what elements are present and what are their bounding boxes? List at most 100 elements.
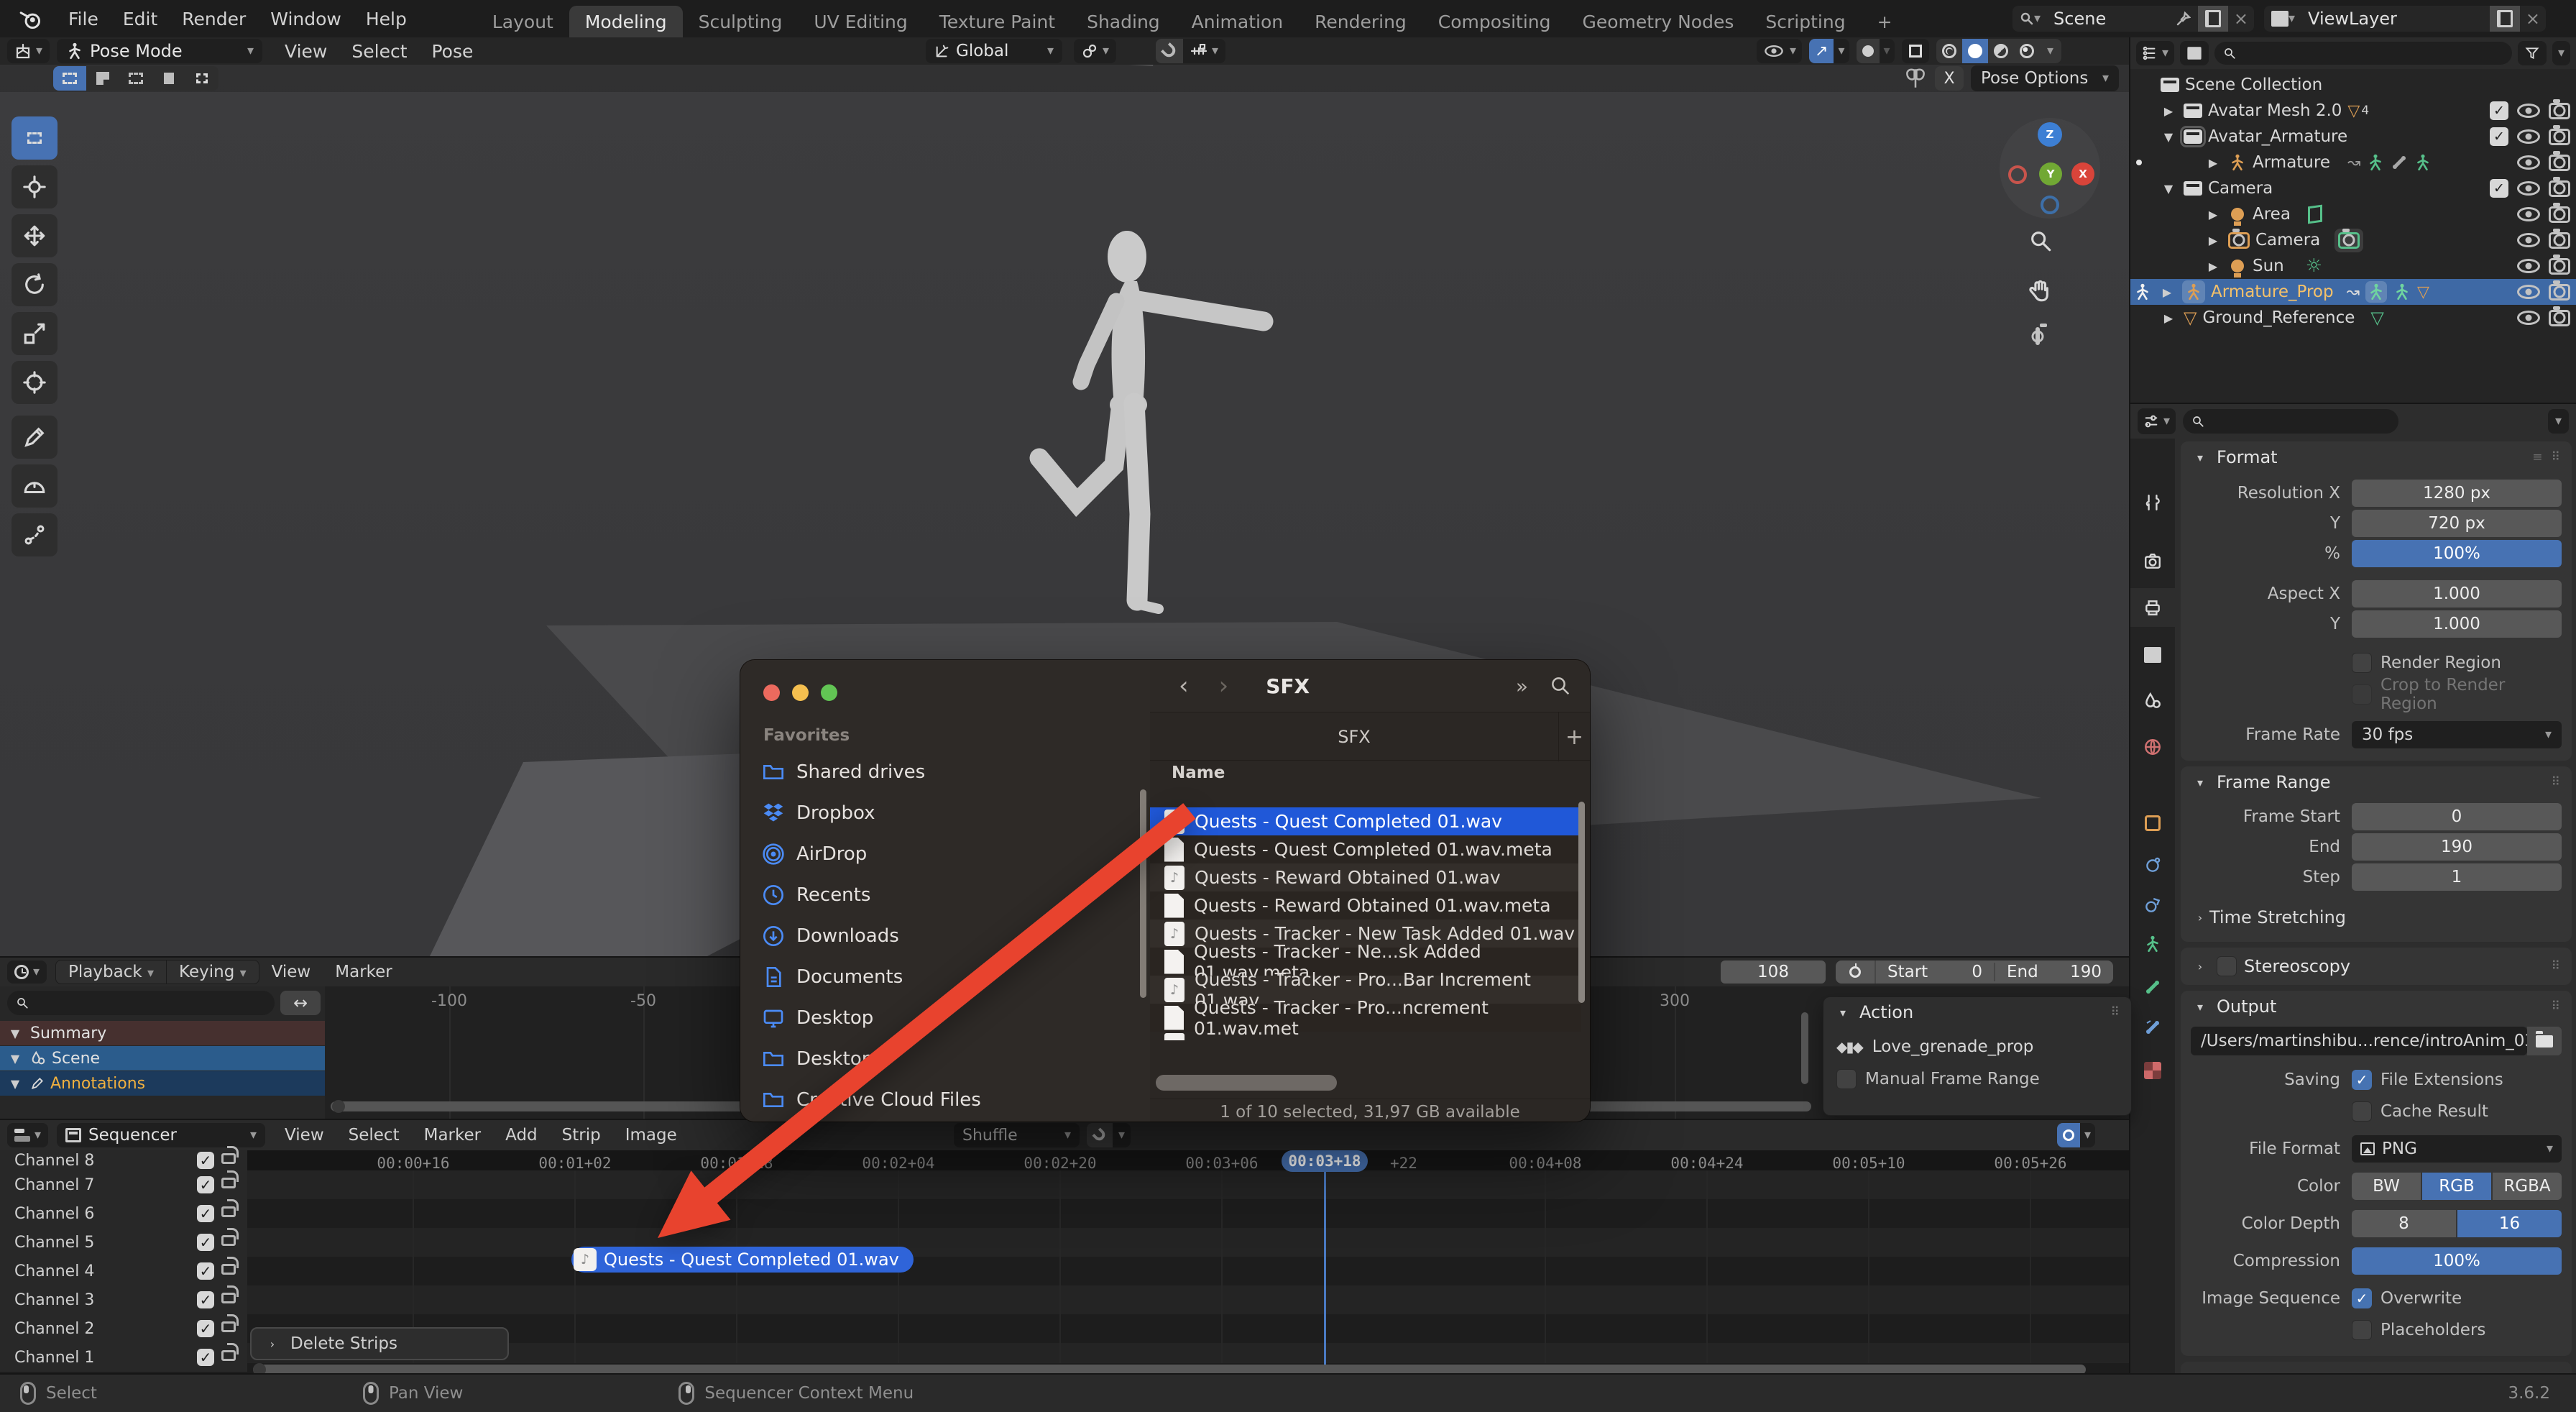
keying-menu[interactable]: Keying ▾ [167, 963, 259, 981]
scene-selector[interactable]: ▾ Scene × [2012, 6, 2254, 32]
tool-select-box[interactable] [12, 116, 58, 160]
tool-move[interactable] [12, 214, 58, 257]
channel-row-4[interactable]: Channel 4 ✓ [0, 1256, 247, 1285]
outliner-editor-button[interactable]: ▾ [2136, 41, 2175, 65]
hide-eye-icon[interactable] [2517, 104, 2540, 118]
disclosure-icon[interactable]: ▶ [2204, 208, 2222, 221]
transform-orientation[interactable]: Global ▾ [926, 39, 1062, 63]
seq-menu-marker[interactable]: Marker [412, 1126, 494, 1145]
sidebar-item-desktop[interactable]: Desktop [762, 1004, 873, 1032]
disclosure-icon[interactable]: ▶ [2159, 104, 2178, 118]
finder-column-header[interactable]: Name [1150, 761, 1590, 788]
timeline-v-scrollbar[interactable] [1801, 1012, 1808, 1084]
channel-lock-icon[interactable] [221, 1227, 239, 1246]
camera-view-control[interactable] [2028, 327, 2047, 345]
timeline-search-input[interactable] [7, 991, 275, 1015]
sequencer-view-type-dropdown[interactable]: Sequencer ▾ [57, 1123, 266, 1147]
use-preview-range-button[interactable] [1836, 961, 1876, 984]
viewport-menu-select[interactable]: Select [339, 41, 419, 62]
sidebar-item-dropbox[interactable]: Dropbox [762, 799, 875, 828]
tab-uv-editing[interactable]: UV Editing [798, 6, 923, 37]
finder-window[interactable]: Favorites Shared drives Dropbox AirDrop … [740, 660, 1590, 1122]
resolution-x-field[interactable]: 1280 px [2352, 480, 2562, 507]
file-row[interactable]: Quests - Reward Obtained 01.wav.meta [1150, 891, 1581, 920]
panel-title[interactable]: Format [2217, 447, 2525, 467]
disclosure-icon[interactable]: ▼ [6, 1077, 24, 1091]
render-visibility-icon[interactable] [2549, 124, 2570, 145]
pan-control[interactable] [2028, 279, 2053, 306]
outliner-row-camera-object[interactable]: ▶ Camera [2130, 227, 2576, 253]
channel-mute-checkbox[interactable]: ✓ [197, 1152, 214, 1169]
tab-bone[interactable] [2130, 968, 2175, 1007]
pin-icon[interactable] [2169, 6, 2198, 32]
menu-help[interactable]: Help [354, 9, 419, 29]
channel-row-8[interactable]: Channel 8 ✓ [0, 1145, 247, 1170]
seq-snap-toggle[interactable] [1087, 1123, 1113, 1147]
tool-measure[interactable] [12, 464, 58, 508]
zoom-window-button[interactable] [821, 684, 837, 701]
navigation-gizmo[interactable]: Z Y X [2000, 118, 2100, 219]
shading-material-button[interactable] [1987, 39, 2014, 63]
timeline-menu-marker[interactable]: Marker [323, 963, 405, 981]
tab-constraints[interactable] [2130, 886, 2175, 925]
outliner-options-button[interactable]: ▾ [2552, 41, 2570, 65]
tab-render[interactable] [2130, 542, 2175, 581]
frame-step-field[interactable]: 1 [2352, 863, 2562, 891]
channel-lock-icon[interactable] [221, 1314, 239, 1332]
panel-collapse-icon[interactable]: ▾ [2191, 451, 2209, 464]
blender-logo[interactable] [19, 9, 43, 30]
disclosure-icon[interactable]: ▶ [2204, 156, 2222, 170]
seq-overlay-dropdown[interactable]: ▾ [2080, 1123, 2096, 1147]
panel-title[interactable]: Frame Range [2217, 772, 2544, 792]
render-visibility-icon[interactable] [2549, 202, 2570, 223]
disclosure-icon[interactable]: ▶ [2204, 234, 2222, 247]
viewport-menu-pose[interactable]: Pose [420, 41, 486, 62]
tab-shading[interactable]: Shading [1071, 6, 1176, 37]
sidebar-item-recents[interactable]: Recents [762, 881, 870, 909]
select-mode-lasso[interactable] [152, 66, 185, 91]
file-row[interactable]: ♪ Quests - Reward Obtained 01.wav [1150, 863, 1581, 891]
seq-menu-add[interactable]: Add [493, 1126, 550, 1145]
channel-lock-icon[interactable] [221, 1145, 239, 1164]
select-mode-box[interactable] [86, 66, 119, 91]
cache-result-checkbox[interactable] [2352, 1101, 2372, 1122]
disclosure-icon[interactable]: ▶ [2158, 285, 2176, 299]
channel-summary[interactable]: ▼ Summary [0, 1021, 325, 1045]
list-h-scrollbar[interactable] [1156, 1075, 1337, 1091]
disclosure-icon[interactable]: ▶ [2204, 260, 2222, 273]
channel-mute-checkbox[interactable]: ✓ [197, 1262, 214, 1280]
resolution-percent-slider[interactable]: 100% [2352, 540, 2562, 567]
outliner-row-avatar-mesh[interactable]: ▶ Avatar Mesh 2.0 ▽ 4 ✓ [2130, 98, 2576, 124]
render-visibility-icon[interactable] [2549, 150, 2570, 171]
shading-wireframe-button[interactable] [1936, 39, 1962, 63]
menu-edit[interactable]: Edit [111, 9, 170, 29]
channel-row-5[interactable]: Channel 5 ✓ [0, 1227, 247, 1257]
outliner-filter-button[interactable] [2517, 41, 2547, 65]
shading-rendered-button[interactable] [2013, 39, 2040, 63]
tab-modeling[interactable]: Modeling [569, 6, 683, 37]
channel-row-6[interactable]: Channel 6 ✓ [0, 1198, 247, 1228]
seq-overlay-toggle[interactable] [2057, 1123, 2080, 1147]
tool-annotate[interactable] [12, 416, 58, 459]
tab-object-data[interactable] [2130, 925, 2175, 963]
new-scene-button[interactable] [2197, 6, 2228, 32]
sidebar-item-creative-cloud[interactable]: Creative Cloud Files [762, 1086, 981, 1114]
frame-rate-dropdown[interactable]: 30 fps ▾ [2352, 721, 2562, 748]
sidebar-item-shared-drives[interactable]: Shared drives [762, 758, 925, 787]
render-visibility-icon[interactable] [2549, 280, 2570, 301]
compression-slider[interactable]: 100% [2352, 1247, 2562, 1275]
seq-menu-strip[interactable]: Strip [550, 1126, 613, 1145]
sidebar-item-downloads[interactable]: Downloads [762, 922, 899, 950]
properties-options-button[interactable]: ▾ [2547, 409, 2569, 434]
menu-render[interactable]: Render [170, 9, 258, 29]
file-row[interactable]: Quests - Quest Completed 01.wav.meta [1150, 835, 1581, 863]
visibility-dropdown[interactable]: ▾ [1757, 39, 1803, 63]
frame-end-field[interactable]: 190 [2352, 833, 2562, 861]
current-frame-field[interactable]: 108 [1721, 961, 1826, 984]
shading-solid-button[interactable] [1961, 39, 1988, 63]
timeline-editor-button[interactable]: ▾ [7, 961, 47, 984]
seq-menu-image[interactable]: Image [613, 1126, 689, 1145]
tab-layout[interactable]: Layout [477, 6, 569, 37]
collection-checkbox[interactable]: ✓ [2490, 179, 2508, 198]
close-icon[interactable]: × [2520, 9, 2546, 29]
